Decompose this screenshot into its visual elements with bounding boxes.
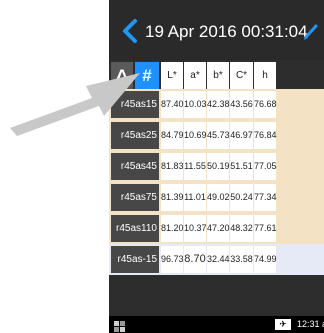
row-sample-name: r45as25 bbox=[111, 122, 159, 149]
table-cell: 87.40 bbox=[161, 91, 184, 118]
empty-area bbox=[109, 280, 324, 316]
table-cell: 33.58 bbox=[230, 246, 253, 273]
row-sample-name: r45as75 bbox=[111, 184, 159, 211]
table-cell: 48.32 bbox=[230, 215, 253, 242]
status-bar: ✈ 12:31 am bbox=[109, 316, 324, 333]
table-cell: 11.01 bbox=[184, 184, 206, 211]
app-grid-icon bbox=[114, 319, 125, 332]
table-cell: 74.99 bbox=[254, 246, 277, 273]
table-cell: 76.68 bbox=[254, 91, 277, 118]
edit-button-glyph bbox=[304, 24, 318, 40]
row-sample-name: r45as15 bbox=[111, 91, 159, 118]
table-cell: 84.79 bbox=[161, 122, 184, 149]
column-header: h bbox=[254, 62, 276, 89]
view-mode-tabs: Δ # bbox=[111, 62, 159, 89]
table-cell: 10.69 bbox=[184, 122, 207, 149]
table-cell: 81.20 bbox=[161, 215, 184, 242]
table-cell: 81.39 bbox=[161, 184, 184, 211]
chevron-left-icon[interactable] bbox=[117, 16, 143, 46]
column-header: L* bbox=[161, 62, 183, 89]
notification-icon: ✈ bbox=[275, 319, 291, 330]
table-cell: 8.70 bbox=[184, 246, 206, 273]
table-cell: 96.73 bbox=[161, 246, 184, 273]
table-cell: 77.34 bbox=[254, 184, 277, 211]
table-cell: 10.37 bbox=[184, 215, 207, 242]
table-cell: 32.44 bbox=[207, 246, 230, 273]
table-cell: 43.56 bbox=[230, 91, 253, 118]
table-cell: 11.55 bbox=[184, 153, 206, 180]
column-header: C* bbox=[230, 62, 253, 89]
row-sample-name: r45as110 bbox=[111, 215, 159, 242]
table-cell: 50.24 bbox=[230, 184, 253, 211]
app-header: 19 Apr 2016 00:31:04 bbox=[109, 0, 324, 60]
table-cell: 46.97 bbox=[230, 122, 253, 149]
screenshot: 19 Apr 2016 00:31:04 Δ # ✈ 12:31 L* a* b… bbox=[0, 0, 324, 333]
table-cell: 45.73 bbox=[207, 122, 230, 149]
pencil-icon[interactable] bbox=[301, 19, 321, 43]
table-cell: 51.51 bbox=[230, 153, 253, 180]
table-cell: 76.84 bbox=[254, 122, 277, 149]
status-clock: 12:31 am bbox=[297, 319, 324, 329]
table-cell: 81.83 bbox=[161, 153, 184, 180]
table-cell: 77.61 bbox=[254, 215, 277, 242]
tab-delta[interactable]: Δ bbox=[111, 62, 133, 89]
app-grid-glyph bbox=[114, 321, 125, 332]
tab-absolute-values[interactable]: # bbox=[135, 62, 159, 89]
row-sample-name: r45as45 bbox=[111, 153, 159, 180]
back-button-glyph bbox=[123, 19, 137, 43]
table-cell: 50.19 bbox=[207, 153, 230, 180]
table-cell: 42.38 bbox=[207, 91, 230, 118]
column-header: a* bbox=[184, 62, 206, 89]
phone-screen: 19 Apr 2016 00:31:04 Δ # ✈ 12:31 L* a* b… bbox=[109, 0, 324, 333]
table-cell: 77.05 bbox=[254, 153, 277, 180]
measurement-timestamp: 19 Apr 2016 00:31:04 bbox=[145, 22, 308, 41]
table-cell: 49.02 bbox=[207, 184, 230, 211]
column-header: b* bbox=[207, 62, 229, 89]
table-cell: 47.20 bbox=[207, 215, 230, 242]
table-cell: 10.03 bbox=[184, 91, 207, 118]
row-sample-name: r45as-15 bbox=[111, 246, 159, 273]
